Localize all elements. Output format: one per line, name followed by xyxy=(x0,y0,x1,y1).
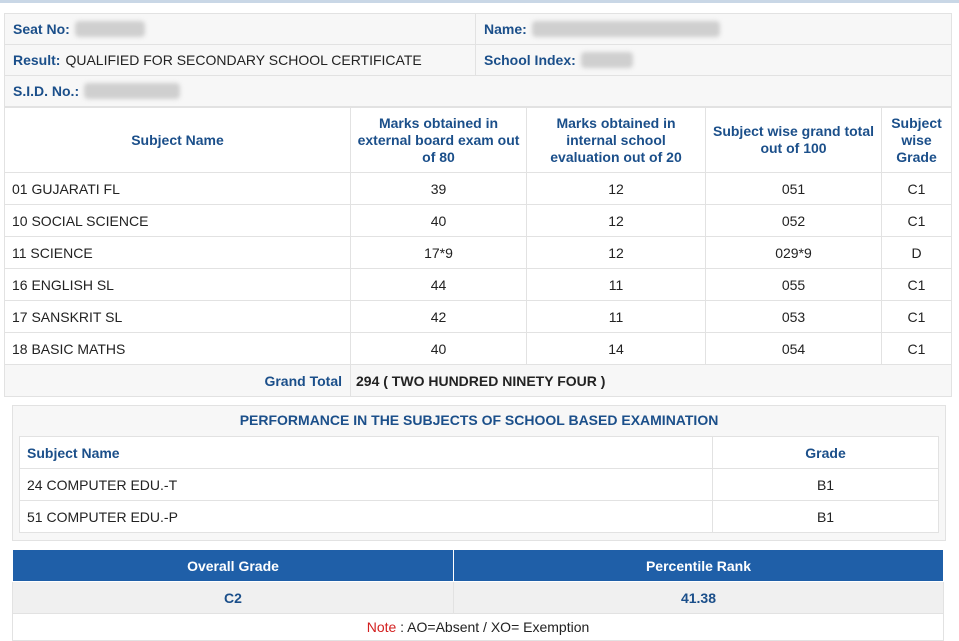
overall-grade-label: Overall Grade xyxy=(12,549,454,582)
col-grade: Subject wise Grade xyxy=(881,107,952,173)
col-sb-subject-name: Subject Name xyxy=(19,436,713,469)
subject-total: 052 xyxy=(705,204,882,237)
internal-marks: 14 xyxy=(526,332,706,365)
external-marks: 40 xyxy=(350,332,527,365)
grand-total-row: Grand Total 294 ( TWO HUNDRED NINETY FOU… xyxy=(4,364,952,397)
note-bar: Note : AO=Absent / XO= Exemption xyxy=(12,614,944,641)
overall-value-row: C2 41.38 xyxy=(12,581,944,614)
sb-grade: B1 xyxy=(712,468,939,501)
sid-label: S.I.D. No.: xyxy=(13,83,80,99)
seat-no-redacted xyxy=(74,21,145,37)
student-info: Seat No: Name: Result: QUALIFIED FOR SEC… xyxy=(4,13,952,107)
info-row-seat-name: Seat No: Name: xyxy=(5,14,951,45)
subject-grade: C1 xyxy=(881,268,952,301)
internal-marks: 12 xyxy=(526,236,706,269)
seat-no-label: Seat No: xyxy=(13,21,70,37)
marks-table: Subject Name Marks obtained in external … xyxy=(4,107,952,397)
subject-total: 055 xyxy=(705,268,882,301)
school-based-table: Subject Name Grade 24 COMPUTER EDU.-T B1… xyxy=(19,436,939,533)
top-border xyxy=(0,0,959,3)
table-row: 24 COMPUTER EDU.-T B1 xyxy=(19,468,939,501)
subject-name: 18 BASIC MATHS xyxy=(4,332,351,365)
result-value: QUALIFIED FOR SECONDARY SCHOOL CERTIFICA… xyxy=(65,52,422,68)
result-cell: Result: QUALIFIED FOR SECONDARY SCHOOL C… xyxy=(5,45,476,75)
subject-name: 11 SCIENCE xyxy=(4,236,351,269)
table-row: 01 GUJARATI FL 39 12 051 C1 xyxy=(4,172,952,205)
table-row: 10 SOCIAL SCIENCE 40 12 052 C1 xyxy=(4,204,952,237)
percentile-rank-value: 41.38 xyxy=(453,581,944,614)
subject-total: 051 xyxy=(705,172,882,205)
subject-total: 053 xyxy=(705,300,882,333)
school-based-section: PERFORMANCE IN THE SUBJECTS OF SCHOOL BA… xyxy=(12,405,946,541)
subject-name: 10 SOCIAL SCIENCE xyxy=(4,204,351,237)
table-row: 16 ENGLISH SL 44 11 055 C1 xyxy=(4,268,952,301)
sid-redacted xyxy=(84,83,181,99)
name-redacted xyxy=(531,21,720,37)
external-marks: 40 xyxy=(350,204,527,237)
subject-name: 16 ENGLISH SL xyxy=(4,268,351,301)
school-index-cell: School Index: xyxy=(476,45,951,75)
name-cell: Name: xyxy=(476,14,951,44)
external-marks: 39 xyxy=(350,172,527,205)
result-label: Result: xyxy=(13,52,61,68)
subject-grade: D xyxy=(881,236,952,269)
school-index-label: School Index: xyxy=(484,52,576,68)
seat-no-cell: Seat No: xyxy=(5,14,476,44)
subject-grade: C1 xyxy=(881,204,952,237)
info-row-sid: S.I.D. No.: xyxy=(5,76,951,106)
subject-grade: C1 xyxy=(881,300,952,333)
subject-grade: C1 xyxy=(881,332,952,365)
subject-grade: C1 xyxy=(881,172,952,205)
internal-marks: 11 xyxy=(526,300,706,333)
overall-grade-value: C2 xyxy=(12,581,454,614)
internal-marks: 11 xyxy=(526,268,706,301)
subject-name: 17 SANSKRIT SL xyxy=(4,300,351,333)
external-marks: 44 xyxy=(350,268,527,301)
table-row: 17 SANSKRIT SL 42 11 053 C1 xyxy=(4,300,952,333)
internal-marks: 12 xyxy=(526,172,706,205)
overall-header-row: Overall Grade Percentile Rank xyxy=(12,549,944,582)
col-sb-grade: Grade xyxy=(712,436,939,469)
sid-cell: S.I.D. No.: xyxy=(5,76,951,106)
note-text: : AO=Absent / XO= Exemption xyxy=(400,619,590,635)
external-marks: 17*9 xyxy=(350,236,527,269)
external-marks: 42 xyxy=(350,300,527,333)
note-label: Note xyxy=(366,619,397,635)
col-external-marks: Marks obtained in external board exam ou… xyxy=(350,107,527,173)
school-index-redacted xyxy=(580,52,633,68)
school-based-title: PERFORMANCE IN THE SUBJECTS OF SCHOOL BA… xyxy=(239,412,719,428)
table-row: 18 BASIC MATHS 40 14 054 C1 xyxy=(4,332,952,365)
col-grand-total: Subject wise grand total out of 100 xyxy=(705,107,882,173)
subject-name: 01 GUJARATI FL xyxy=(4,172,351,205)
subject-total: 029*9 xyxy=(705,236,882,269)
result-container: Seat No: Name: Result: QUALIFIED FOR SEC… xyxy=(4,13,952,641)
info-row-result-school: Result: QUALIFIED FOR SECONDARY SCHOOL C… xyxy=(5,45,951,76)
internal-marks: 12 xyxy=(526,204,706,237)
overall-table: Overall Grade Percentile Rank C2 41.38 xyxy=(12,549,944,614)
school-based-header-row: Subject Name Grade xyxy=(19,436,939,469)
name-label: Name: xyxy=(484,21,527,37)
table-row: 11 SCIENCE 17*9 12 029*9 D xyxy=(4,236,952,269)
sb-subject-name: 24 COMPUTER EDU.-T xyxy=(19,468,713,501)
grand-total-label: Grand Total xyxy=(4,364,351,397)
subject-total: 054 xyxy=(705,332,882,365)
col-subject-name: Subject Name xyxy=(4,107,351,173)
percentile-rank-label: Percentile Rank xyxy=(453,549,944,582)
marks-header-row: Subject Name Marks obtained in external … xyxy=(4,107,952,173)
sb-subject-name: 51 COMPUTER EDU.-P xyxy=(19,500,713,533)
sb-grade: B1 xyxy=(712,500,939,533)
col-internal-marks: Marks obtained in internal school evalua… xyxy=(526,107,706,173)
table-row: 51 COMPUTER EDU.-P B1 xyxy=(19,500,939,533)
grand-total-value: 294 ( TWO HUNDRED NINETY FOUR ) xyxy=(350,364,952,397)
